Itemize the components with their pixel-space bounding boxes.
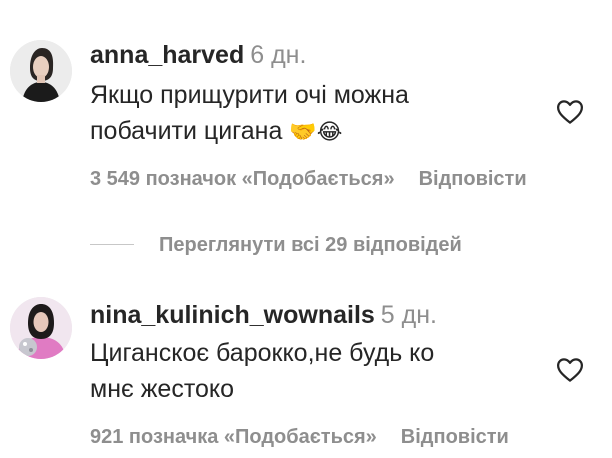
comment-text-line: мнє жестоко [90,375,235,403]
reply-button[interactable]: Відповісти [401,426,509,448]
view-replies-label[interactable]: Переглянути всі 29 відповідей [159,234,462,257]
replies-divider [90,244,134,245]
timestamp[interactable]: 6 дн. [250,41,306,69]
timestamp[interactable]: 5 дн. [381,301,437,329]
comment-header: nina_kulinich_wownails 5 дн. [90,300,437,330]
avatar[interactable] [10,40,72,102]
heart-icon[interactable] [554,97,586,127]
comment-text: Якщо прищурити очі можна побачити цигана… [90,77,530,151]
username[interactable]: anna_harved [90,41,244,69]
avatar[interactable] [10,297,72,359]
comment-text-line: Якщо прищурити очі можна [90,81,409,109]
avatar-image-icon [10,297,72,359]
comment-meta: 3 549 позначок «Подобається» Відповісти [90,168,527,191]
emoji: 🤝😂 [289,120,343,145]
comment-text-line: побачити цигана [90,117,283,145]
comment-meta: 921 позначка «Подобається» Відповісти [90,426,509,449]
reply-button[interactable]: Відповісти [419,168,527,190]
likes-count[interactable]: 3 549 позначок «Подобається» [90,168,395,190]
username[interactable]: nina_kulinich_wownails [90,301,375,329]
comment-header: anna_harved 6 дн. [90,40,306,70]
avatar-image-icon [10,40,72,102]
likes-count[interactable]: 921 позначка «Подобається» [90,426,377,448]
heart-icon[interactable] [554,355,586,385]
comment-text-line: Циганскоє барокко,не будь ко [90,339,435,367]
comment-text: Циганскоє барокко,не будь ко мнє жестоко [90,335,530,407]
view-replies[interactable]: Переглянути всі 29 відповідей [90,234,610,258]
